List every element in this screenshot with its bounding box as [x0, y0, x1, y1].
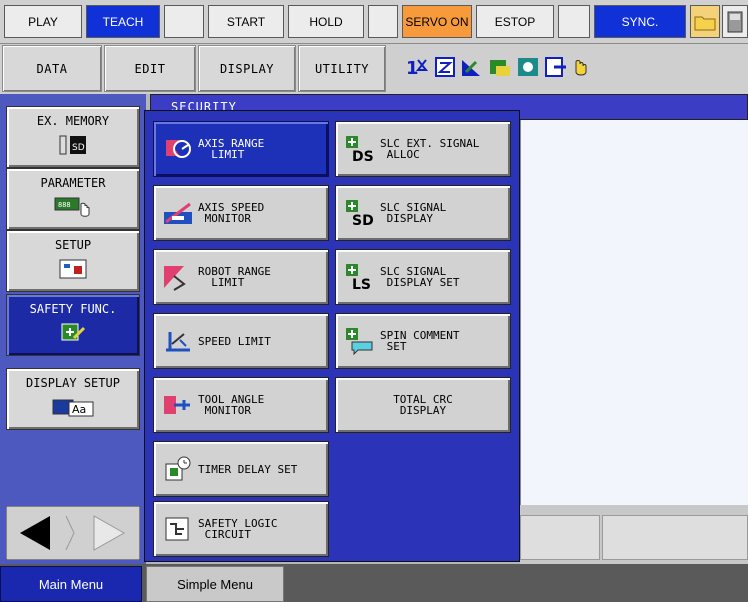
content-pane — [520, 120, 748, 505]
setup-icon — [58, 258, 88, 283]
spin-comment-set-label: SPIN COMMENT SET — [380, 329, 460, 353]
status-slot — [368, 5, 398, 38]
axis-range-limit-label: AXIS RANGE LIMIT — [198, 137, 265, 161]
status-icons: 1 — [404, 54, 644, 82]
start-indicator: START — [208, 5, 284, 38]
axis-number-icon: 1 — [406, 58, 429, 79]
ex-memory-label: EX. MEMORY — [36, 114, 110, 128]
page-arrows — [5, 505, 141, 561]
timer-delay-set-label: TIMER DELAY SET — [198, 462, 298, 476]
slc-ext-signal-alloc-label: SLC EXT. SIGNAL ALLOC — [380, 137, 480, 161]
input-field-area — [520, 505, 748, 564]
status-bar: PLAY TEACH START HOLD SERVO ON ESTOP SYN… — [0, 0, 748, 44]
svg-text:LS: LS — [352, 277, 371, 292]
axis-speed-monitor-label: AXIS SPEED MONITOR — [198, 201, 265, 225]
sd-card-icon: SD — [58, 134, 88, 159]
input-field-left[interactable] — [520, 515, 600, 560]
slc-ds-icon: DS — [344, 134, 376, 165]
tool-angle-monitor-label: TOOL ANGLE MONITOR — [198, 393, 265, 417]
submenu-total-crc-display[interactable]: TOTAL CRC DISPLAY — [335, 377, 511, 433]
submenu-axis-speed-monitor[interactable]: AXIS SPEED MONITOR — [153, 185, 329, 241]
slc-signal-display-set-label: SLC SIGNAL DISPLAY SET — [380, 265, 460, 289]
status-slot — [558, 5, 590, 38]
svg-text:SD: SD — [72, 143, 85, 153]
memory-icon[interactable] — [722, 5, 748, 38]
submenu-axis-range-limit[interactable]: AXIS RANGE LIMIT — [153, 121, 329, 177]
submenu-timer-delay-set[interactable]: TIMER DELAY SET — [153, 441, 329, 497]
mode-icon — [545, 57, 566, 77]
safety-func-label: SAFETY FUNC. — [29, 302, 117, 316]
servo-on-indicator: SERVO ON — [402, 5, 472, 38]
parameter-label: PARAMETER — [40, 176, 106, 190]
submenu-robot-range-limit[interactable]: ROBOT RANGE LIMIT — [153, 249, 329, 305]
speed-limit-label: SPEED LIMIT — [198, 334, 271, 348]
status-slot — [164, 5, 204, 38]
security-icon — [490, 60, 510, 76]
sync-indicator[interactable]: SYNC. — [594, 5, 686, 38]
safety-logic-icon — [162, 514, 194, 544]
main-menu-parameter[interactable]: PARAMETER 888 — [6, 168, 140, 230]
slc-sd-icon: SD — [344, 198, 376, 229]
submenu-speed-limit[interactable]: SPEED LIMIT — [153, 313, 329, 369]
axis-range-icon — [162, 134, 194, 164]
bottom-nav: Main Menu Simple Menu — [0, 564, 748, 602]
play-mode-indicator[interactable]: PLAY — [4, 5, 82, 38]
slc-signal-display-label: SLC SIGNAL DISPLAY — [380, 201, 447, 225]
main-menu-panel: EX. MEMORY SD PARAMETER 888 SETUP SAFETY… — [0, 94, 146, 564]
submenu-spin-comment-set[interactable]: SPIN COMMENT SET — [335, 313, 511, 369]
tab-simple-menu[interactable]: Simple Menu — [146, 566, 284, 602]
main-menu-display-setup[interactable]: DISPLAY SETUP Aa — [6, 368, 140, 430]
teach-mode-indicator[interactable]: TEACH — [86, 5, 160, 38]
menu-edit[interactable]: EDIT — [104, 45, 196, 92]
axis-speed-icon — [162, 198, 194, 228]
camera-icon — [518, 58, 538, 76]
input-field-right[interactable] — [602, 515, 748, 560]
folder-icon[interactable] — [690, 5, 720, 38]
svg-text:888: 888 — [58, 201, 71, 209]
svg-text:DS: DS — [352, 149, 374, 164]
robot-range-limit-label: ROBOT RANGE LIMIT — [198, 265, 271, 289]
safety-func-icon — [58, 320, 88, 347]
setup-label: SETUP — [54, 238, 92, 252]
parameter-hand-icon: 888 — [53, 194, 93, 221]
estop-indicator: ESTOP — [476, 5, 554, 38]
tool-angle-icon — [162, 390, 194, 420]
menu-bar: DATA EDIT DISPLAY UTILITY 1 — [0, 44, 748, 94]
robot-range-icon — [162, 262, 194, 292]
display-setup-label: DISPLAY SETUP — [26, 376, 120, 390]
safety-func-submenu: AXIS RANGE LIMIT AXIS SPEED MONITOR ROBO… — [144, 110, 520, 562]
submenu-safety-logic-circuit[interactable]: SAFETY LOGIC CIRCUIT — [153, 501, 329, 557]
safety-logic-circuit-label: SAFETY LOGIC CIRCUIT — [198, 517, 278, 541]
submenu-slc-ext-signal-alloc[interactable]: DS SLC EXT. SIGNAL ALLOC — [335, 121, 511, 177]
hand-cursor-icon — [575, 60, 587, 76]
submenu-slc-signal-display[interactable]: SD SLC SIGNAL DISPLAY — [335, 185, 511, 241]
total-crc-display-label: TOTAL CRC DISPLAY — [393, 393, 453, 417]
spin-comment-icon — [344, 326, 376, 356]
menu-utility[interactable]: UTILITY — [298, 45, 386, 92]
menu-display[interactable]: DISPLAY — [198, 45, 296, 92]
tab-main-menu[interactable]: Main Menu — [0, 566, 142, 602]
main-menu-safety-func[interactable]: SAFETY FUNC. — [6, 294, 140, 356]
svg-text:Aa: Aa — [72, 403, 86, 416]
main-menu-setup[interactable]: SETUP — [6, 230, 140, 292]
display-setup-icon: Aa — [51, 396, 95, 421]
svg-text:SD: SD — [352, 213, 374, 228]
submenu-tool-angle-monitor[interactable]: TOOL ANGLE MONITOR — [153, 377, 329, 433]
submenu-slc-signal-display-set[interactable]: LS SLC SIGNAL DISPLAY SET — [335, 249, 511, 305]
main-menu-ex-memory[interactable]: EX. MEMORY SD — [6, 106, 140, 168]
speed-limit-icon — [162, 326, 194, 356]
tool-frame-icon — [462, 60, 480, 76]
svg-text:1: 1 — [406, 58, 419, 79]
menu-data[interactable]: DATA — [2, 45, 102, 92]
hold-indicator: HOLD — [288, 5, 364, 38]
slc-ls-icon: LS — [344, 262, 376, 293]
timer-delay-icon — [162, 454, 194, 484]
cartesian-frame-icon — [435, 57, 455, 77]
